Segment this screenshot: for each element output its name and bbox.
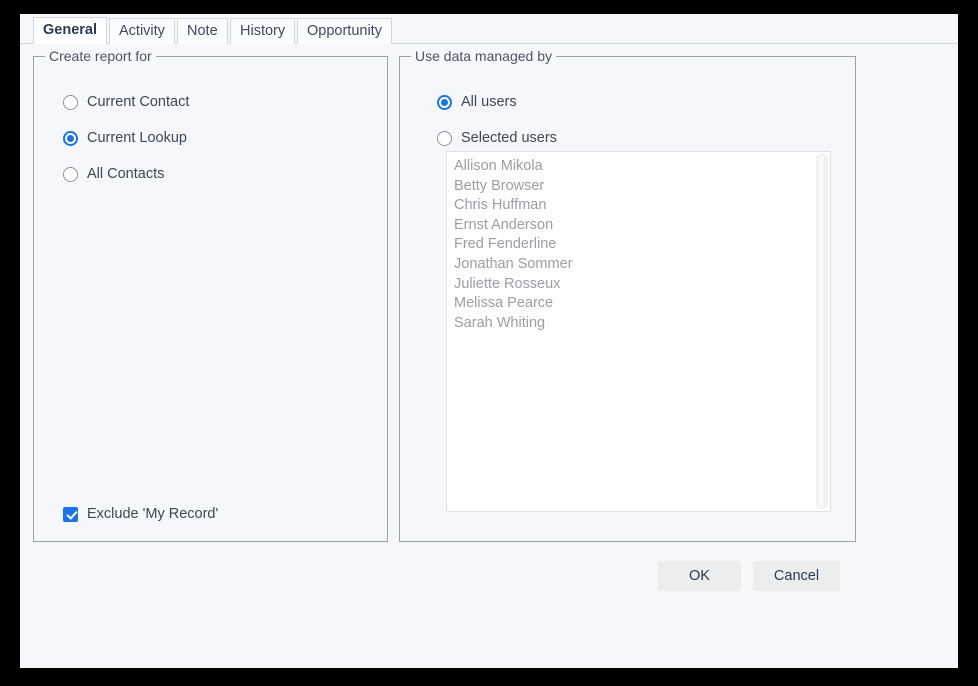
list-item[interactable]: Fred Fenderline <box>447 235 814 255</box>
exclude-my-record-checkbox[interactable] <box>63 506 78 522</box>
dialog-window: General Activity Note History Opportunity Cr… <box>20 14 958 668</box>
tab-history[interactable]: History <box>230 18 296 44</box>
use-data-managed-by-legend: Use data managed by <box>411 48 556 64</box>
radio-all-contacts[interactable] <box>63 166 78 182</box>
radio-label: All Contacts <box>87 166 165 182</box>
tab-note[interactable]: Note <box>177 18 228 44</box>
user-list-box[interactable]: Allison Mikola Betty Browser Chris Huffman… <box>446 151 831 512</box>
create-report-for-group: Create report for Current Contact Current… <box>33 48 388 542</box>
use-data-managed-by-group: Use data managed by All users Selected us… <box>399 48 856 542</box>
list-item[interactable]: Chris Huffman <box>447 196 814 216</box>
radio-row-all-users[interactable]: All users <box>437 94 517 110</box>
list-item[interactable]: Melissa Pearce <box>447 294 814 314</box>
cancel-button[interactable]: Cancel <box>753 561 840 591</box>
radio-label: Current Lookup <box>87 130 187 146</box>
tab-bar: General Activity Note History Opportunity <box>20 14 958 44</box>
radio-row-all-contacts[interactable]: All Contacts <box>63 166 164 182</box>
user-list-items: Allison Mikola Betty Browser Chris Huffman… <box>447 157 814 333</box>
list-item[interactable]: Jonathan Sommer <box>447 255 814 275</box>
ok-button[interactable]: OK <box>658 561 741 591</box>
radio-row-current-lookup[interactable]: Current Lookup <box>63 130 187 146</box>
list-item[interactable]: Ernst Anderson <box>447 216 814 236</box>
radio-label: Current Contact <box>87 94 190 110</box>
radio-row-selected-users[interactable]: Selected users <box>437 130 557 146</box>
window-frame: General Activity Note History Opportunity Cr… <box>0 0 978 686</box>
radio-all-users[interactable] <box>437 94 452 110</box>
user-list-scrollbar[interactable] <box>814 153 829 510</box>
exclude-my-record-row[interactable]: Exclude 'My Record' <box>63 506 218 522</box>
list-item[interactable]: Sarah Whiting <box>447 314 814 334</box>
create-report-for-legend: Create report for <box>45 48 156 64</box>
list-item[interactable]: Allison Mikola <box>447 157 814 177</box>
radio-label: Selected users <box>461 130 557 146</box>
list-item[interactable]: Betty Browser <box>447 177 814 197</box>
tab-general[interactable]: General <box>33 17 107 44</box>
radio-row-current-contact[interactable]: Current Contact <box>63 94 189 110</box>
exclude-my-record-label: Exclude 'My Record' <box>87 506 219 522</box>
radio-label: All users <box>461 94 517 110</box>
radio-current-lookup[interactable] <box>63 130 78 146</box>
radio-selected-users[interactable] <box>437 130 452 146</box>
radio-current-contact[interactable] <box>63 94 78 110</box>
tab-activity[interactable]: Activity <box>109 18 175 44</box>
tab-opportunity[interactable]: Opportunity <box>297 18 392 44</box>
user-list-scrollbar-thumb[interactable] <box>816 154 828 509</box>
list-item[interactable]: Juliette Rosseux <box>447 275 814 295</box>
